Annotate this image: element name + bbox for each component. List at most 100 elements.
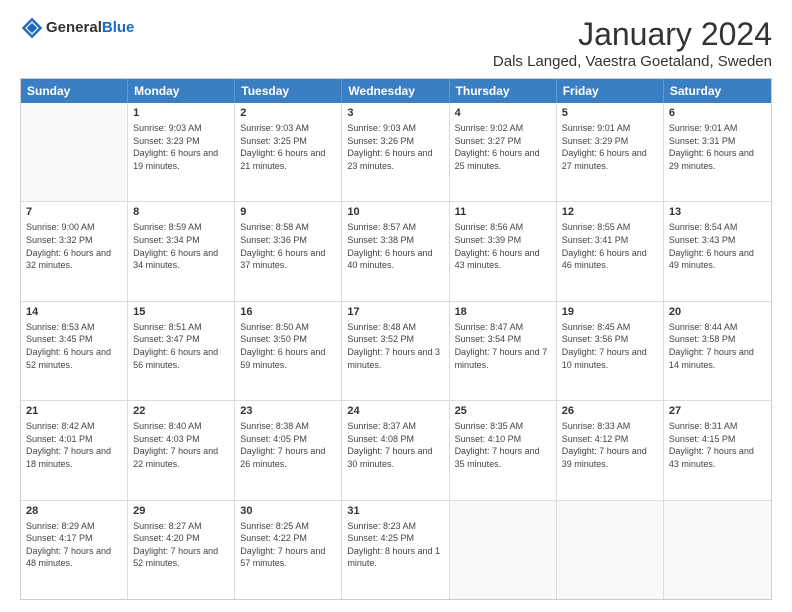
day-number: 20 — [669, 306, 766, 318]
calendar-cell-1-1 — [21, 103, 128, 201]
day-number: 23 — [240, 405, 336, 417]
day-info: Sunrise: 9:01 AM Sunset: 3:29 PM Dayligh… — [562, 122, 658, 172]
day-info: Sunrise: 8:38 AM Sunset: 4:05 PM Dayligh… — [240, 420, 336, 470]
calendar-cell-1-3: 2Sunrise: 9:03 AM Sunset: 3:25 PM Daylig… — [235, 103, 342, 201]
day-number: 11 — [455, 206, 551, 218]
calendar-cell-5-2: 29Sunrise: 8:27 AM Sunset: 4:20 PM Dayli… — [128, 501, 235, 599]
day-info: Sunrise: 8:23 AM Sunset: 4:25 PM Dayligh… — [347, 520, 443, 570]
calendar-week-4: 21 Sunrise: 8:42 AM Sunset: 4:01 PM Dayli… — [21, 401, 771, 500]
day-info: Sunrise: 8:54 AM Sunset: 3:43 PM Dayligh… — [669, 221, 766, 271]
day-number: 2 — [240, 107, 336, 119]
day-number: 13 — [669, 206, 766, 218]
calendar-cell-3-5: 18 Sunrise: 8:47 AM Sunset: 3:54 PM Dayli… — [450, 302, 557, 400]
header-friday: Friday — [557, 79, 664, 103]
day-number: 18 — [455, 306, 551, 318]
calendar-cell-1-7: 6Sunrise: 9:01 AM Sunset: 3:31 PM Daylig… — [664, 103, 771, 201]
day-info: Sunrise: 8:31 AM Sunset: 4:15 PM Dayligh… — [669, 420, 766, 470]
day-number: 9 — [240, 206, 336, 218]
calendar-cell-2-1: 7Sunrise: 9:00 AM Sunset: 3:32 PM Daylig… — [21, 202, 128, 300]
calendar-cell-5-3: 30 Sunrise: 8:25 AM Sunset: 4:22 PM Dayli… — [235, 501, 342, 599]
calendar-cell-5-7 — [664, 501, 771, 599]
calendar-cell-5-4: 31 Sunrise: 8:23 AM Sunset: 4:25 PM Dayli… — [342, 501, 449, 599]
calendar-cell-4-6: 26Sunrise: 8:33 AM Sunset: 4:12 PM Dayli… — [557, 401, 664, 499]
calendar-cell-1-5: 4Sunrise: 9:02 AM Sunset: 3:27 PM Daylig… — [450, 103, 557, 201]
calendar-cell-1-2: 1 Sunrise: 9:03 AM Sunset: 3:23 PM Daylig… — [128, 103, 235, 201]
day-number: 8 — [133, 206, 229, 218]
day-number: 30 — [240, 505, 336, 517]
day-info: Sunrise: 8:35 AM Sunset: 4:10 PM Dayligh… — [455, 420, 551, 470]
header-wednesday: Wednesday — [342, 79, 449, 103]
calendar-cell-2-6: 12 Sunrise: 8:55 AM Sunset: 3:41 PM Dayli… — [557, 202, 664, 300]
day-number: 12 — [562, 206, 658, 218]
day-info: Sunrise: 8:56 AM Sunset: 3:39 PM Dayligh… — [455, 221, 551, 271]
header-saturday: Saturday — [664, 79, 771, 103]
day-info: Sunrise: 8:57 AM Sunset: 3:38 PM Dayligh… — [347, 221, 443, 271]
calendar-cell-3-6: 19 Sunrise: 8:45 AM Sunset: 3:56 PM Dayli… — [557, 302, 664, 400]
day-number: 14 — [26, 306, 122, 318]
calendar-cell-4-4: 24Sunrise: 8:37 AM Sunset: 4:08 PM Dayli… — [342, 401, 449, 499]
day-info: Sunrise: 8:53 AM Sunset: 3:45 PM Dayligh… — [26, 321, 122, 371]
calendar-cell-4-1: 21 Sunrise: 8:42 AM Sunset: 4:01 PM Dayli… — [21, 401, 128, 499]
logo-general: General — [46, 19, 102, 36]
logo-text: GeneralBlue — [46, 20, 134, 37]
day-number: 1 — [133, 107, 229, 119]
day-number: 10 — [347, 206, 443, 218]
day-number: 25 — [455, 405, 551, 417]
day-info: Sunrise: 9:00 AM Sunset: 3:32 PM Dayligh… — [26, 221, 122, 271]
logo: GeneralBlue — [20, 16, 134, 40]
calendar-cell-5-1: 28 Sunrise: 8:29 AM Sunset: 4:17 PM Dayli… — [21, 501, 128, 599]
day-number: 24 — [347, 405, 443, 417]
calendar-week-1: 1 Sunrise: 9:03 AM Sunset: 3:23 PM Daylig… — [21, 103, 771, 202]
day-number: 22 — [133, 405, 229, 417]
day-info: Sunrise: 8:59 AM Sunset: 3:34 PM Dayligh… — [133, 221, 229, 271]
day-number: 6 — [669, 107, 766, 119]
calendar-cell-3-4: 17Sunrise: 8:48 AM Sunset: 3:52 PM Dayli… — [342, 302, 449, 400]
page: GeneralBlue January 2024 Dals Langed, Va… — [0, 0, 792, 612]
calendar-cell-3-3: 16Sunrise: 8:50 AM Sunset: 3:50 PM Dayli… — [235, 302, 342, 400]
calendar-cell-4-5: 25 Sunrise: 8:35 AM Sunset: 4:10 PM Dayli… — [450, 401, 557, 499]
day-number: 19 — [562, 306, 658, 318]
day-info: Sunrise: 8:48 AM Sunset: 3:52 PM Dayligh… — [347, 321, 443, 371]
calendar-week-3: 14 Sunrise: 8:53 AM Sunset: 3:45 PM Dayli… — [21, 302, 771, 401]
calendar-cell-2-7: 13 Sunrise: 8:54 AM Sunset: 3:43 PM Dayli… — [664, 202, 771, 300]
calendar-cell-3-2: 15 Sunrise: 8:51 AM Sunset: 3:47 PM Dayli… — [128, 302, 235, 400]
calendar-week-2: 7Sunrise: 9:00 AM Sunset: 3:32 PM Daylig… — [21, 202, 771, 301]
calendar-cell-4-7: 27 Sunrise: 8:31 AM Sunset: 4:15 PM Dayli… — [664, 401, 771, 499]
header-sunday: Sunday — [21, 79, 128, 103]
day-info: Sunrise: 8:29 AM Sunset: 4:17 PM Dayligh… — [26, 520, 122, 570]
day-info: Sunrise: 8:42 AM Sunset: 4:01 PM Dayligh… — [26, 420, 122, 470]
calendar-body: 1 Sunrise: 9:03 AM Sunset: 3:23 PM Daylig… — [21, 103, 771, 599]
day-info: Sunrise: 8:58 AM Sunset: 3:36 PM Dayligh… — [240, 221, 336, 271]
day-info: Sunrise: 8:55 AM Sunset: 3:41 PM Dayligh… — [562, 221, 658, 271]
day-number: 5 — [562, 107, 658, 119]
calendar-cell-3-7: 20Sunrise: 8:44 AM Sunset: 3:58 PM Dayli… — [664, 302, 771, 400]
day-info: Sunrise: 8:45 AM Sunset: 3:56 PM Dayligh… — [562, 321, 658, 371]
day-info: Sunrise: 9:03 AM Sunset: 3:23 PM Dayligh… — [133, 122, 229, 172]
header-thursday: Thursday — [450, 79, 557, 103]
logo-icon — [20, 16, 44, 40]
header-monday: Monday — [128, 79, 235, 103]
day-info: Sunrise: 9:03 AM Sunset: 3:26 PM Dayligh… — [347, 122, 443, 172]
day-number: 27 — [669, 405, 766, 417]
day-info: Sunrise: 8:33 AM Sunset: 4:12 PM Dayligh… — [562, 420, 658, 470]
day-info: Sunrise: 8:47 AM Sunset: 3:54 PM Dayligh… — [455, 321, 551, 371]
day-number: 28 — [26, 505, 122, 517]
day-info: Sunrise: 8:51 AM Sunset: 3:47 PM Dayligh… — [133, 321, 229, 371]
day-number: 31 — [347, 505, 443, 517]
title-block: January 2024 Dals Langed, Vaestra Goetal… — [493, 16, 772, 70]
calendar-cell-2-2: 8 Sunrise: 8:59 AM Sunset: 3:34 PM Daylig… — [128, 202, 235, 300]
calendar-cell-2-4: 10 Sunrise: 8:57 AM Sunset: 3:38 PM Dayli… — [342, 202, 449, 300]
subtitle: Dals Langed, Vaestra Goetaland, Sweden — [493, 53, 772, 70]
calendar-cell-3-1: 14 Sunrise: 8:53 AM Sunset: 3:45 PM Dayli… — [21, 302, 128, 400]
day-number: 21 — [26, 405, 122, 417]
calendar-header: Sunday Monday Tuesday Wednesday Thursday… — [21, 79, 771, 103]
day-number: 15 — [133, 306, 229, 318]
calendar-cell-4-2: 22Sunrise: 8:40 AM Sunset: 4:03 PM Dayli… — [128, 401, 235, 499]
calendar-cell-1-6: 5 Sunrise: 9:01 AM Sunset: 3:29 PM Daylig… — [557, 103, 664, 201]
header-tuesday: Tuesday — [235, 79, 342, 103]
day-info: Sunrise: 8:25 AM Sunset: 4:22 PM Dayligh… — [240, 520, 336, 570]
calendar: Sunday Monday Tuesday Wednesday Thursday… — [20, 78, 772, 600]
day-info: Sunrise: 8:50 AM Sunset: 3:50 PM Dayligh… — [240, 321, 336, 371]
calendar-cell-5-6 — [557, 501, 664, 599]
day-info: Sunrise: 8:27 AM Sunset: 4:20 PM Dayligh… — [133, 520, 229, 570]
